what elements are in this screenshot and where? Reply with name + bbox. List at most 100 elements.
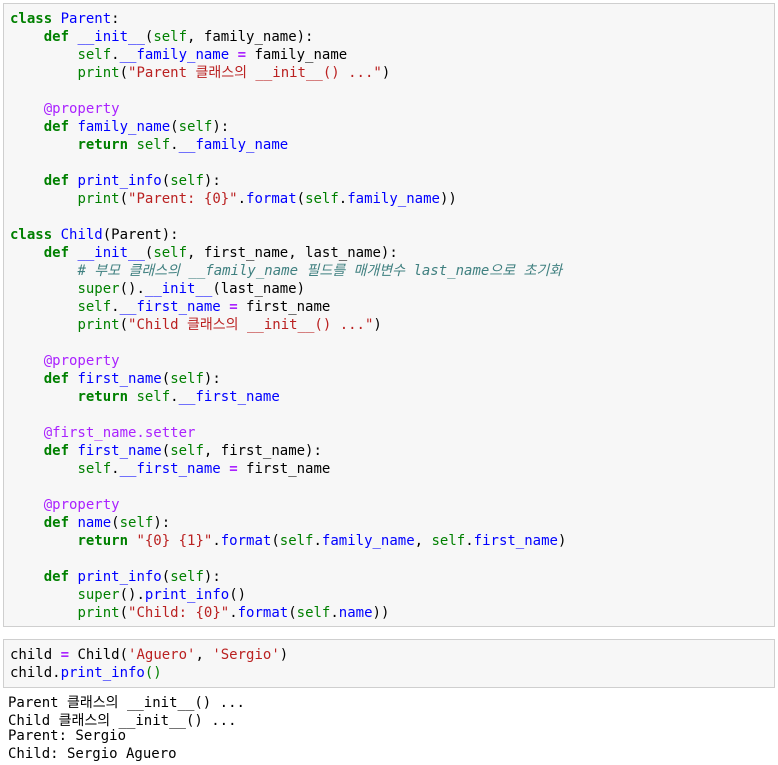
code-token: name [77,515,112,531]
code-token: self [279,533,314,549]
code-token: ): [203,569,221,585]
code-token: ( [161,173,171,189]
code-line: print("Parent 클래스의 __init__() ...") [10,64,774,82]
code-token: self [296,605,331,621]
code-token: self [153,29,188,45]
code-token: = [237,47,247,63]
code-token: first_name [473,533,558,549]
code-token: () [229,587,247,603]
code-token: self [136,137,171,153]
cell-output: Parent 클래스의 __init__() ... Child 클래스의 __… [8,692,768,764]
code-token: family_name [321,533,415,549]
code-line: def __init__(self, family_name): [10,28,774,46]
code-token: def [43,119,70,135]
code-line: @property [10,352,774,370]
code-token: class [10,11,53,27]
code-token: def [43,29,70,45]
code-line: class Child(Parent): [10,226,774,244]
code-token: return [77,137,129,153]
code-line: self.__first_name = first_name [10,298,774,316]
code-token: format [246,191,297,207]
code-token: . [465,533,474,549]
code-token: () [144,665,162,681]
code-token: format [237,605,289,621]
code-editor-2[interactable]: child = Child('Aguero', 'Sergio') child.p… [4,640,774,682]
code-token: return [77,533,129,549]
code-token: print [77,605,120,621]
code-token: ( [119,317,129,333]
code-token: @property [43,101,120,117]
code-token: ) [381,65,391,81]
code-token: . [330,605,339,621]
code-token: ( [111,515,120,531]
code-cell-1[interactable]: class Parent: def __init__(self, family_… [3,3,775,627]
code-token: ( [161,569,171,585]
code-token: , [195,647,213,663]
code-token: "{0} {1}" [136,533,213,549]
code-token: Child [60,227,103,243]
code-token: self [77,461,112,477]
output-line: Child 클래스의 __init__() ... [8,713,237,729]
code-token: __init__ [77,29,145,45]
code-token: ( [119,605,129,621]
code-token: print_info [144,587,230,603]
code-token: = [229,299,238,315]
code-token: self [170,371,204,387]
code-token: )) [439,191,457,207]
code-token: . [338,191,348,207]
code-token: (). [119,281,145,297]
code-line: def first_name(self, first_name): [10,442,774,460]
code-token: ( [119,65,129,81]
code-token: @property [43,497,120,513]
code-line: @property [10,496,774,514]
code-editor-1[interactable]: class Parent: def __init__(self, family_… [4,4,774,622]
code-line: super().print_info() [10,586,774,604]
code-line: def name(self): [10,514,774,532]
code-token: ( [119,191,129,207]
code-token: __init__ [77,245,145,261]
code-token: , family_name): [187,29,314,45]
code-token: self [136,389,171,405]
code-line: print("Parent: {0}".format(self.family_n… [10,190,774,208]
code-token: self [431,533,466,549]
code-token: . [212,533,221,549]
code-token: ): [153,515,171,531]
code-token: ( [296,191,306,207]
code-token: ) [279,647,289,663]
code-line: return self.__family_name [10,136,774,154]
code-token: self [178,119,213,135]
code-token: def [43,569,70,585]
code-cell-2[interactable]: child = Child('Aguero', 'Sergio') child.p… [3,639,775,688]
code-token: super [77,587,120,603]
code-token: # 부모 클래스의 __family_name 필드를 매개변수 last_na… [77,263,563,279]
code-token: @first_name.setter [43,425,196,441]
code-token: self [119,515,154,531]
code-token: print [77,191,120,207]
code-token: self [77,47,112,63]
code-line: def print_info(self): [10,172,774,190]
code-token: self [77,299,112,315]
code-line: super().__init__(last_name) [10,280,774,298]
code-line: return self.__first_name [10,388,774,406]
code-token: = [60,647,70,663]
code-token: ) [373,317,382,333]
code-line: self.__family_name = family_name [10,46,774,64]
code-token: @property [43,353,120,369]
